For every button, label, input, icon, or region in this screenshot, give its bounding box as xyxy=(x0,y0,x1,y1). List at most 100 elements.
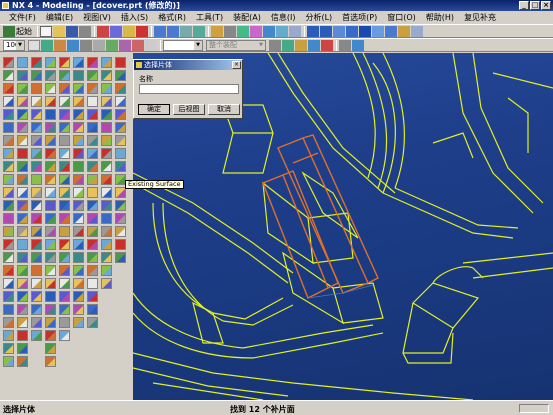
component-icon[interactable] xyxy=(132,39,144,51)
tool-button-icon[interactable] xyxy=(101,70,112,81)
tool-button-icon[interactable] xyxy=(87,148,98,159)
tool-button-icon[interactable] xyxy=(115,122,126,133)
tool-button-icon[interactable] xyxy=(45,122,56,133)
tool-button-icon[interactable] xyxy=(31,265,42,276)
tool-button-icon[interactable] xyxy=(59,174,70,185)
tool-button-icon[interactable] xyxy=(87,304,98,315)
tool-button-icon[interactable] xyxy=(31,109,42,120)
tool-button-icon[interactable] xyxy=(31,122,42,133)
tool-button-icon[interactable] xyxy=(31,83,42,94)
tool-button-icon[interactable] xyxy=(3,239,14,250)
tool-button-icon[interactable] xyxy=(3,83,14,94)
menu-file[interactable]: 文件(F) xyxy=(4,12,41,23)
tool-button-icon[interactable] xyxy=(101,187,112,198)
tool-button-icon[interactable] xyxy=(17,187,28,198)
tool-button-icon[interactable] xyxy=(87,226,98,237)
tool-button-icon[interactable] xyxy=(45,356,56,367)
view-iso-icon[interactable] xyxy=(276,25,288,37)
tool-button-icon[interactable] xyxy=(3,278,14,289)
tool-button-icon[interactable] xyxy=(59,226,70,237)
tool-button-icon[interactable] xyxy=(45,278,56,289)
tool-button-icon[interactable] xyxy=(59,330,70,341)
ok-button[interactable]: 确定 xyxy=(138,104,170,115)
tool-button-icon[interactable] xyxy=(73,317,84,328)
layer-icon[interactable] xyxy=(193,25,205,37)
tool-button-icon[interactable] xyxy=(115,200,126,211)
delete-icon[interactable] xyxy=(136,25,148,37)
tool-button-icon[interactable] xyxy=(101,135,112,146)
tool-button-icon[interactable] xyxy=(45,252,56,263)
tool-button-icon[interactable] xyxy=(17,135,28,146)
tool-button-icon[interactable] xyxy=(59,161,70,172)
tool-button-icon[interactable] xyxy=(73,109,84,120)
tool-button-icon[interactable] xyxy=(101,174,112,185)
tool-button-icon[interactable] xyxy=(17,239,28,250)
tool-button-icon[interactable] xyxy=(31,96,42,107)
tool-button-icon[interactable] xyxy=(31,135,42,146)
feature-icon[interactable] xyxy=(119,39,131,51)
tool-button-icon[interactable] xyxy=(87,291,98,302)
tool-button-icon[interactable] xyxy=(17,109,28,120)
tool-button-icon[interactable] xyxy=(87,174,98,185)
tool-button-icon[interactable] xyxy=(101,239,112,250)
tool-button-icon[interactable] xyxy=(73,135,84,146)
tool-button-icon[interactable] xyxy=(115,109,126,120)
tool-button-icon[interactable] xyxy=(45,57,56,68)
tool-button-icon[interactable] xyxy=(59,148,70,159)
point-icon[interactable] xyxy=(41,39,53,51)
curve-icon[interactable] xyxy=(54,39,66,51)
type-filter-combo[interactable] xyxy=(163,39,203,51)
tool-button-icon[interactable] xyxy=(45,317,56,328)
tool-button-icon[interactable] xyxy=(31,317,42,328)
tool-button-icon[interactable] xyxy=(59,122,70,133)
tool-button-icon[interactable] xyxy=(17,96,28,107)
tool-button-icon[interactable] xyxy=(115,226,126,237)
tool-button-icon[interactable] xyxy=(31,148,42,159)
tool-button-icon[interactable] xyxy=(3,213,14,224)
filter-icon[interactable] xyxy=(145,39,157,51)
tool-button-icon[interactable] xyxy=(17,317,28,328)
info-icon[interactable] xyxy=(411,25,423,37)
tool-button-icon[interactable] xyxy=(87,200,98,211)
hidden-edge-icon[interactable] xyxy=(333,25,345,37)
menu-view[interactable]: 视图(V) xyxy=(78,12,116,23)
tool-button-icon[interactable] xyxy=(31,174,42,185)
tool-button-icon[interactable] xyxy=(45,291,56,302)
tool-button-icon[interactable] xyxy=(101,226,112,237)
tool-button-icon[interactable] xyxy=(87,252,98,263)
tool-button-icon[interactable] xyxy=(59,83,70,94)
tool-button-icon[interactable] xyxy=(73,161,84,172)
zoom-icon[interactable] xyxy=(224,25,236,37)
tool-button-icon[interactable] xyxy=(17,83,28,94)
tool-button-icon[interactable] xyxy=(45,343,56,354)
tool-button-icon[interactable] xyxy=(3,174,14,185)
tool-button-icon[interactable] xyxy=(31,57,42,68)
tool-button-icon[interactable] xyxy=(45,265,56,276)
tool-button-icon[interactable] xyxy=(73,57,84,68)
tool-button-icon[interactable] xyxy=(17,148,28,159)
select-chain-icon[interactable] xyxy=(295,39,307,51)
view-front-icon[interactable] xyxy=(263,25,275,37)
face-icon[interactable] xyxy=(67,39,79,51)
tool-button-icon[interactable] xyxy=(3,343,14,354)
menu-extra[interactable]: 复见补充 xyxy=(459,12,501,23)
tool-button-icon[interactable] xyxy=(73,174,84,185)
zoom-fit-icon[interactable] xyxy=(211,25,223,37)
tool-button-icon[interactable] xyxy=(31,304,42,315)
tool-button-icon[interactable] xyxy=(17,57,28,68)
select-icon[interactable] xyxy=(180,25,192,37)
tool-button-icon[interactable] xyxy=(17,291,28,302)
menu-analysis[interactable]: 分析(L) xyxy=(300,12,337,23)
minimize-button[interactable]: _ xyxy=(519,1,529,10)
tool-button-icon[interactable] xyxy=(45,148,56,159)
tool-button-icon[interactable] xyxy=(45,226,56,237)
tool-button-icon[interactable] xyxy=(59,57,70,68)
deselect-icon[interactable] xyxy=(321,39,333,51)
new-file-icon[interactable] xyxy=(40,25,52,37)
tool-button-icon[interactable] xyxy=(115,161,126,172)
tool-button-icon[interactable] xyxy=(45,83,56,94)
tool-button-icon[interactable] xyxy=(3,96,14,107)
name-input[interactable] xyxy=(139,84,239,94)
tool-button-icon[interactable] xyxy=(59,135,70,146)
tool-button-icon[interactable] xyxy=(73,265,84,276)
